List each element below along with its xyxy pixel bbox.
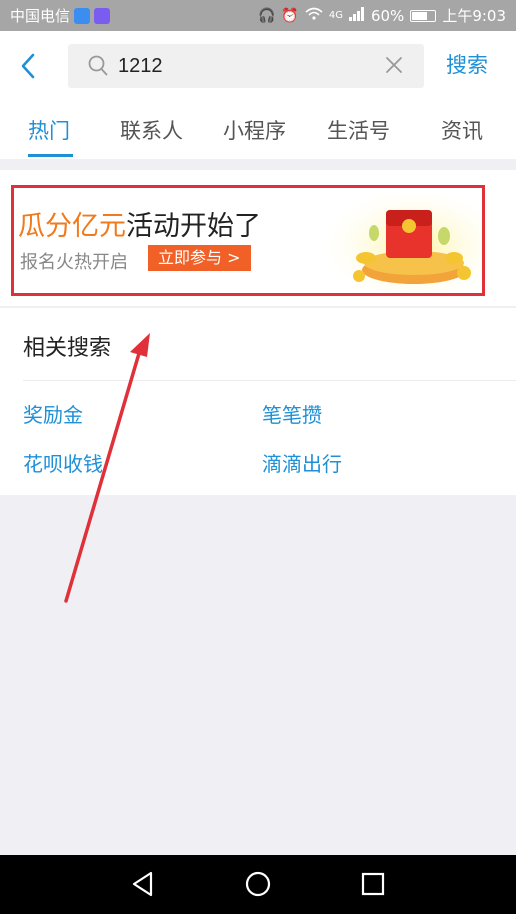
search-header: 搜索 <box>0 31 516 101</box>
signal-icon <box>348 6 365 25</box>
headset-icon: 🎧 <box>257 7 276 24</box>
battery-percent: 60% <box>370 6 405 25</box>
clock: 上午9:03 <box>442 7 506 25</box>
chevron-left-icon <box>21 53 35 79</box>
search-button[interactable]: 搜索 <box>446 49 488 79</box>
section-title: 相关搜索 <box>23 336 112 361</box>
banner-title: 瓜分亿元活动开始了 <box>18 204 261 243</box>
banner-title-rest: 活动开始了 <box>126 211 261 242</box>
divider <box>23 380 516 381</box>
tab-life-accounts[interactable]: 生活号 <box>327 115 390 145</box>
triangle-back-icon <box>132 871 153 897</box>
square-recents-icon <box>361 872 385 896</box>
banner-subtitle: 报名火热开启 <box>20 252 128 273</box>
related-search-section: 相关搜索 奖励金 笔笔攒 花呗收钱 滴滴出行 <box>0 308 516 495</box>
system-nav-bar <box>0 855 516 914</box>
clear-button[interactable] <box>384 55 404 79</box>
related-search-link[interactable]: 滴滴出行 <box>262 448 342 477</box>
related-search-link[interactable]: 笔笔攒 <box>262 399 322 428</box>
search-icon <box>88 55 108 81</box>
wifi-icon <box>305 7 323 25</box>
app-notification-icon <box>74 7 91 24</box>
join-now-button[interactable]: 立即参与 > <box>148 245 251 271</box>
search-box[interactable] <box>68 44 424 88</box>
network-label: 4G <box>328 10 343 21</box>
battery-icon <box>410 9 437 22</box>
alarm-icon: ⏰ <box>281 7 299 24</box>
category-tabs: 热门 联系人 小程序 生活号 资讯 <box>0 101 516 159</box>
related-search-link[interactable]: 奖励金 <box>23 399 83 428</box>
promo-banner[interactable]: 瓜分亿元活动开始了 报名火热开启 立即参与 > <box>11 185 485 296</box>
status-bar: 中国电信 🎧 ⏰ 4G 60% 上午9:03 <box>0 0 516 31</box>
tab-mini-programs[interactable]: 小程序 <box>223 115 286 145</box>
tab-news[interactable]: 资讯 <box>441 115 483 145</box>
nav-back-button[interactable] <box>130 870 156 902</box>
back-button[interactable] <box>20 51 46 81</box>
nav-recents-button[interactable] <box>360 870 386 902</box>
tab-contacts[interactable]: 联系人 <box>120 115 183 145</box>
related-search-link[interactable]: 花呗收钱 <box>23 448 103 477</box>
app-notification-icon <box>94 7 111 24</box>
banner-title-highlight: 瓜分亿元 <box>18 211 126 242</box>
search-input[interactable] <box>118 44 368 88</box>
carrier-label: 中国电信 <box>10 7 71 25</box>
nav-home-button[interactable] <box>244 870 272 902</box>
promo-section: 瓜分亿元活动开始了 报名火热开启 立即参与 > <box>0 170 516 306</box>
circle-home-icon <box>245 871 271 897</box>
active-tab-indicator <box>28 154 73 157</box>
close-icon <box>386 57 402 73</box>
red-envelope-illustration <box>314 188 482 293</box>
tab-hot[interactable]: 热门 <box>28 115 70 145</box>
